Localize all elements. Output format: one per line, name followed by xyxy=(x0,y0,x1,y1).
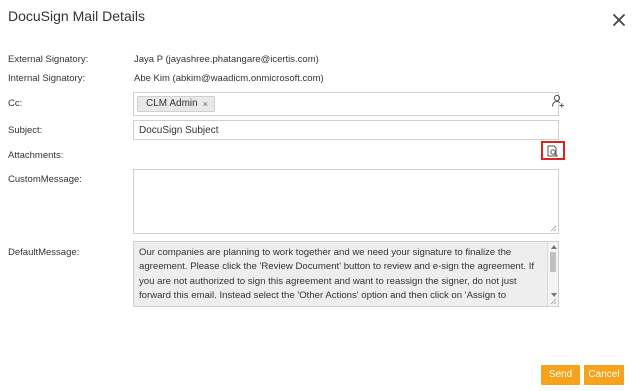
internal-signatory-label: Internal Signatory: xyxy=(8,73,86,84)
cc-input[interactable]: CLM Admin × xyxy=(133,92,559,116)
send-button[interactable]: Send xyxy=(541,365,580,385)
default-message-label: DefaultMessage: xyxy=(8,247,80,258)
custom-message-textarea[interactable] xyxy=(133,169,559,234)
chip-remove-icon[interactable]: × xyxy=(203,96,208,112)
scroll-thumb[interactable] xyxy=(550,252,556,272)
close-icon[interactable] xyxy=(611,12,627,28)
external-signatory-label: External Signatory: xyxy=(8,54,89,65)
add-user-icon[interactable] xyxy=(551,94,565,108)
resize-grip-icon[interactable] xyxy=(550,298,557,305)
attachment-preview-icon xyxy=(547,145,558,157)
default-message-textarea[interactable]: Our companies are planning to work toget… xyxy=(133,241,559,307)
attachment-preview-button[interactable] xyxy=(541,141,565,160)
external-signatory-value: Jaya P (jayashree.phatangare@icertis.com… xyxy=(134,54,319,65)
attachments-label: Attachments: xyxy=(8,150,64,161)
cc-chip-label: CLM Admin xyxy=(146,98,198,109)
dialog-title: DocuSign Mail Details xyxy=(8,8,145,24)
internal-signatory-value: Abe Kim (abkim@waadicm.onmicrosoft.com) xyxy=(134,73,324,84)
scroll-up-icon[interactable] xyxy=(551,245,557,249)
subject-input[interactable]: DocuSign Subject xyxy=(133,120,559,140)
default-message-text: Our companies are planning to work toget… xyxy=(139,247,539,306)
cc-chip: CLM Admin × xyxy=(137,96,215,112)
custom-message-label: CustomMessage: xyxy=(8,174,82,185)
subject-label: Subject: xyxy=(8,125,43,136)
cc-label: Cc: xyxy=(8,98,23,109)
cancel-button[interactable]: Cancel xyxy=(584,365,624,385)
resize-grip-icon[interactable] xyxy=(550,225,557,232)
default-message-scrollbar[interactable] xyxy=(547,242,558,306)
scroll-down-icon[interactable] xyxy=(551,293,557,297)
